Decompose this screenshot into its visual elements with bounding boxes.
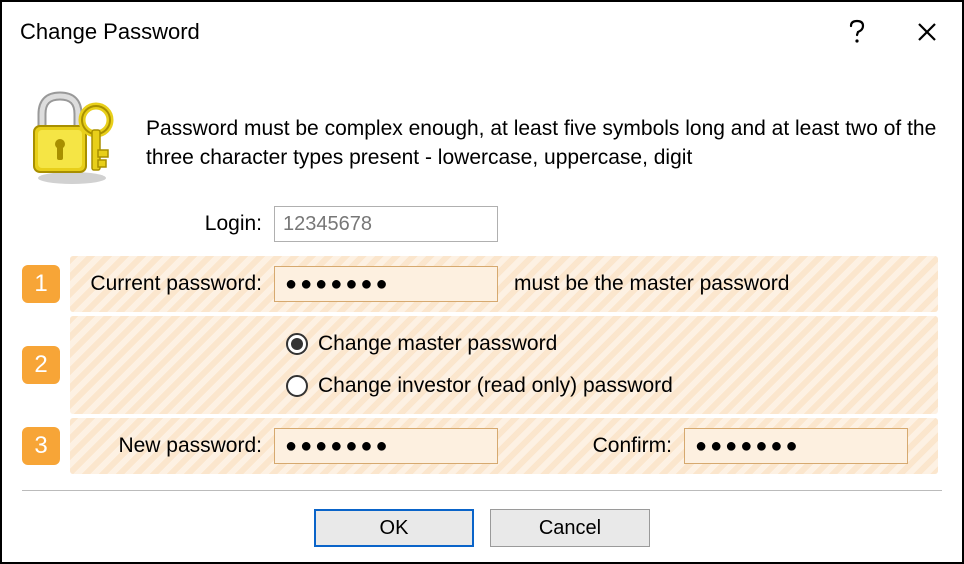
- current-password-label: Current password:: [70, 272, 274, 296]
- step-badge-1: 1: [22, 265, 60, 303]
- radio-master-password[interactable]: Change master password: [70, 326, 938, 362]
- confirm-password-field[interactable]: ●●●●●●●: [684, 428, 908, 464]
- radio-icon: [286, 333, 308, 355]
- radio-investor-label: Change investor (read only) password: [318, 374, 673, 398]
- step-3-section: 3 New password: ●●●●●●● Confirm: ●●●●●●●: [70, 418, 938, 474]
- login-field: [274, 206, 498, 242]
- new-password-label: New password:: [70, 434, 274, 458]
- titlebar: Change Password: [2, 2, 962, 62]
- change-password-dialog: Change Password: [0, 0, 964, 564]
- login-row: Login:: [22, 202, 942, 246]
- steps-wrap: 1 Current password: ●●●●●●● must be the …: [70, 252, 938, 478]
- dialog-content: Password must be complex enough, at leas…: [2, 62, 962, 562]
- confirm-password-label: Confirm:: [498, 434, 684, 458]
- login-label: Login:: [22, 212, 274, 236]
- button-row: OK Cancel: [22, 491, 942, 547]
- step-2-section: 2 Change master password Change investor…: [70, 316, 938, 414]
- close-button[interactable]: [892, 2, 962, 62]
- close-icon: [916, 21, 938, 43]
- step-1-section: 1 Current password: ●●●●●●● must be the …: [70, 256, 938, 312]
- radio-investor-password[interactable]: Change investor (read only) password: [70, 368, 938, 404]
- help-icon: [848, 19, 866, 45]
- step-badge-2: 2: [22, 346, 60, 384]
- instruction-text: Password must be complex enough, at leas…: [146, 86, 942, 173]
- radio-icon: [286, 375, 308, 397]
- current-password-field[interactable]: ●●●●●●●: [274, 266, 498, 302]
- window-title: Change Password: [20, 19, 822, 45]
- step-badge-3: 3: [22, 427, 60, 465]
- cancel-button[interactable]: Cancel: [490, 509, 650, 547]
- lock-key-icon: [22, 86, 122, 186]
- ok-button[interactable]: OK: [314, 509, 474, 547]
- instruction-row: Password must be complex enough, at leas…: [22, 86, 942, 186]
- radio-master-label: Change master password: [318, 332, 557, 356]
- help-button[interactable]: [822, 2, 892, 62]
- current-password-hint: must be the master password: [498, 272, 789, 296]
- new-password-field[interactable]: ●●●●●●●: [274, 428, 498, 464]
